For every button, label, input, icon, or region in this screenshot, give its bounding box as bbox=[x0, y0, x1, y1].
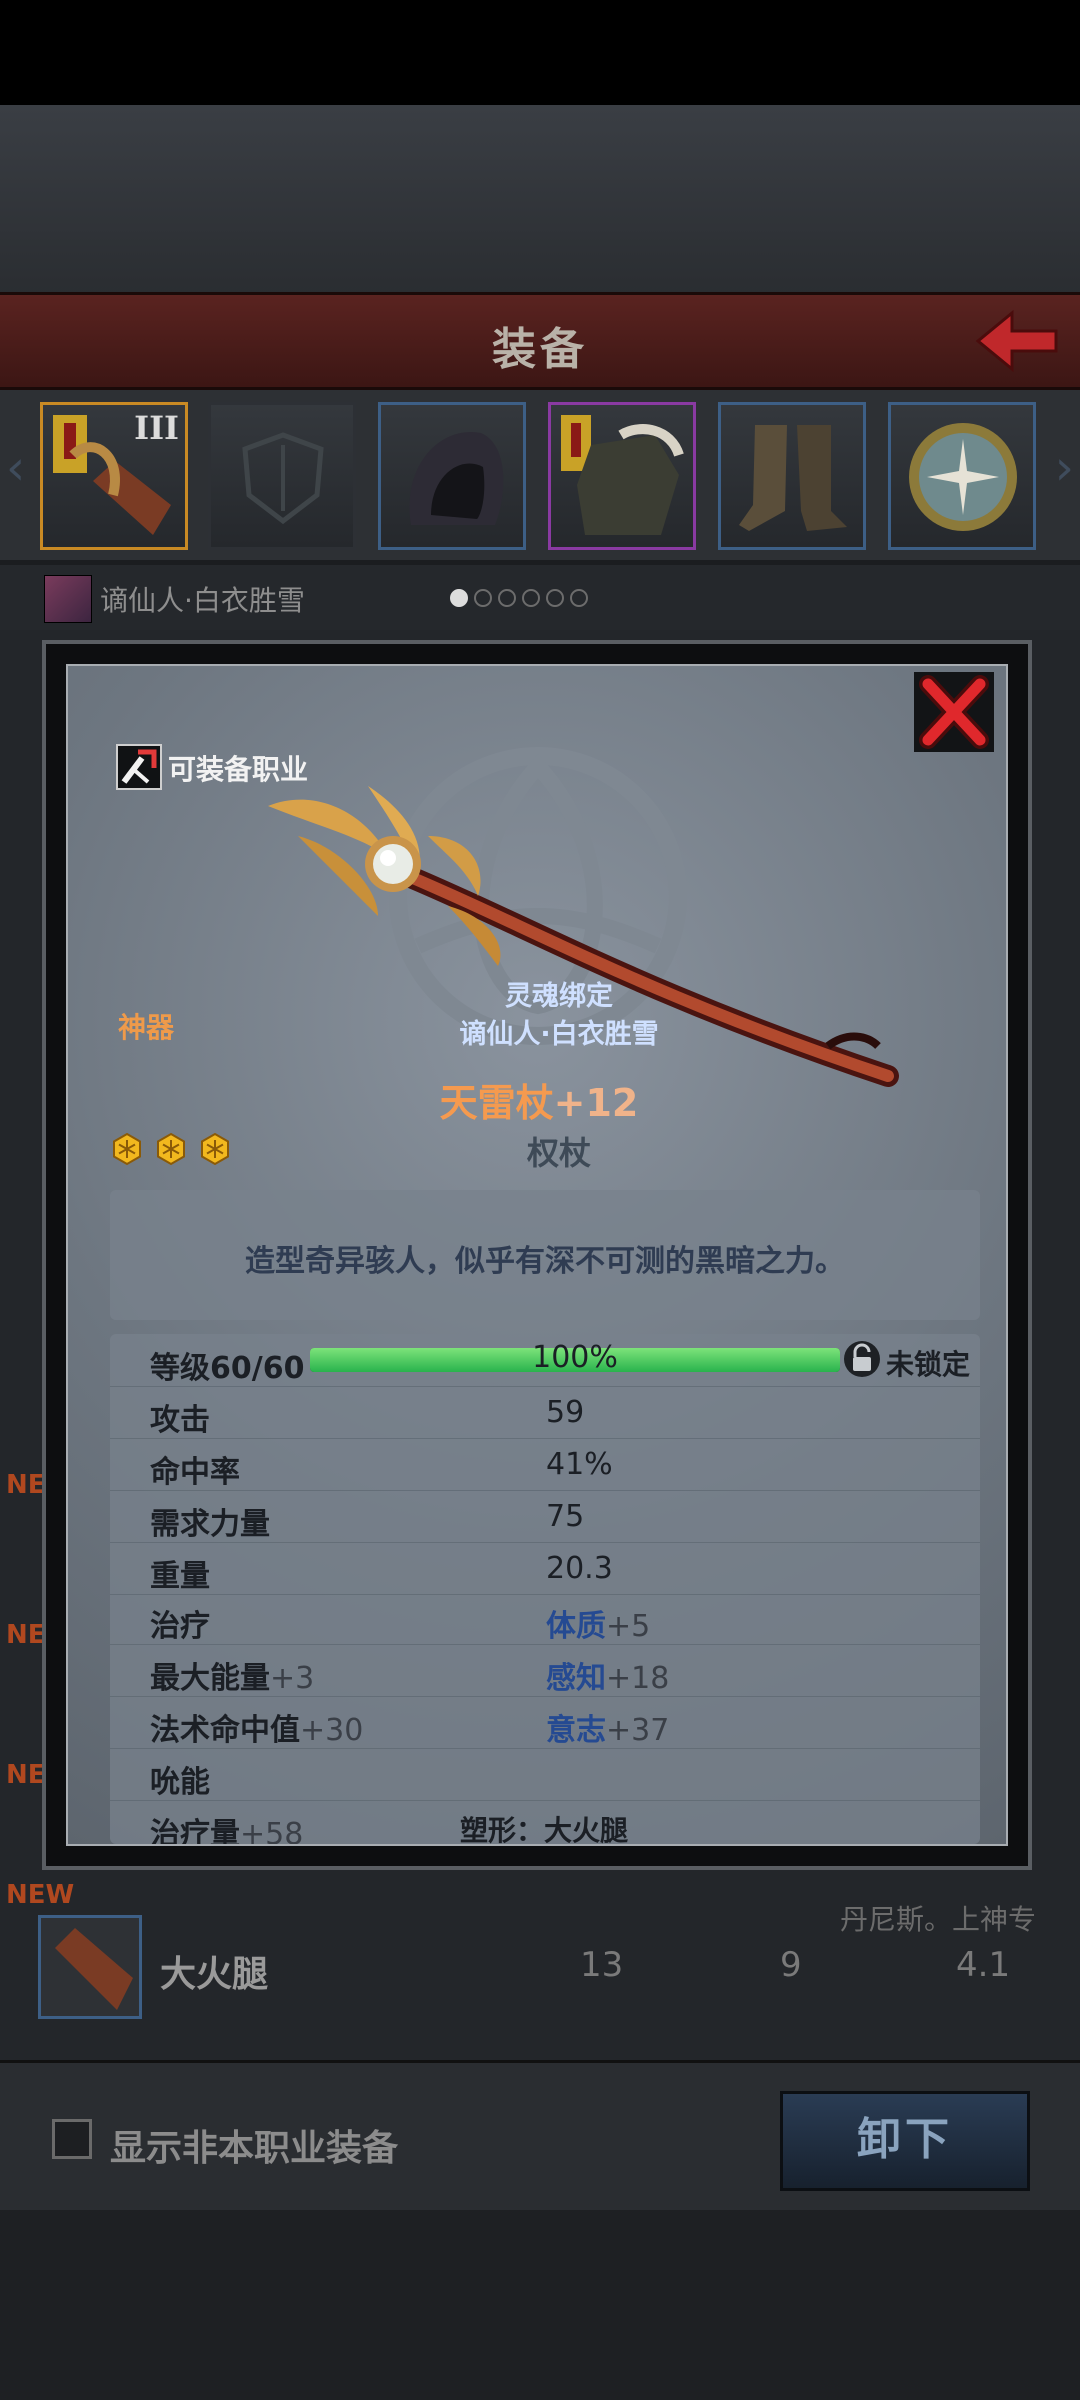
bonus-label: 法术命中值+30 bbox=[150, 1705, 363, 1749]
enhance-level: +12 bbox=[553, 1081, 639, 1125]
stat-row: 命中率 41% bbox=[110, 1438, 980, 1491]
item-type: 权杖 bbox=[526, 1134, 591, 1172]
status-bar-area bbox=[0, 0, 1080, 105]
bonus-row: 治疗量+58 塑形：大火腿 bbox=[110, 1800, 980, 1844]
bonus-label: 治疗 bbox=[150, 1609, 210, 1644]
stat-value: 41% bbox=[546, 1447, 613, 1482]
item-description: 造型奇异骇人，似乎有深不可测的黑暗之力。 bbox=[245, 1244, 845, 1279]
unequip-button[interactable]: 卸下 bbox=[780, 2091, 1030, 2191]
item-owner: 丹尼斯。上神专 bbox=[840, 1903, 1037, 1936]
equipment-header: 装备 bbox=[0, 292, 1080, 390]
bonus-amount: +30 bbox=[300, 1713, 364, 1748]
bonus-stat-name: 治疗量 bbox=[150, 1817, 240, 1844]
slots-left-arrow-icon[interactable]: ‹ bbox=[6, 440, 25, 496]
page-dot[interactable] bbox=[498, 589, 516, 607]
shield-icon bbox=[242, 432, 324, 525]
boots-slot[interactable] bbox=[718, 402, 866, 550]
ham-icon bbox=[38, 1915, 142, 2019]
soulbound-label: 灵魂绑定 bbox=[505, 981, 613, 1012]
bonus-label: 治疗量+58 bbox=[150, 1809, 303, 1844]
armor-icon bbox=[561, 415, 684, 535]
stat-row: 攻击 59 bbox=[110, 1386, 980, 1439]
show-non-class-checkbox[interactable] bbox=[52, 2119, 92, 2159]
bonus-amount: +5 bbox=[606, 1609, 651, 1644]
skill-label: 吮能 bbox=[150, 1765, 210, 1800]
lock-status: 未锁定 bbox=[886, 1348, 971, 1381]
page-title: 装备 bbox=[492, 324, 588, 375]
stat-label: 命中率 bbox=[150, 1455, 240, 1490]
bonus-stat-name: 感知 bbox=[546, 1661, 606, 1696]
armor-slot[interactable] bbox=[548, 402, 696, 550]
character-row: 谪仙人·白衣胜雪 bbox=[0, 565, 1080, 631]
stat-label: 攻击 bbox=[150, 1403, 210, 1438]
stat-label: 重量 bbox=[150, 1559, 210, 1594]
bonus-value: 感知+18 bbox=[546, 1653, 669, 1697]
helmet-slot[interactable] bbox=[378, 402, 526, 550]
bonus-amount: +37 bbox=[606, 1713, 670, 1748]
item-title: 天雷杖+12 bbox=[68, 1072, 1010, 1127]
bonus-stat-name: 法术命中值 bbox=[150, 1713, 300, 1748]
stat-value: 59 bbox=[546, 1395, 585, 1430]
bonus-amount: +3 bbox=[270, 1661, 315, 1696]
shield-slot[interactable] bbox=[208, 402, 356, 550]
close-icon[interactable] bbox=[914, 672, 994, 752]
background-upper bbox=[0, 105, 1080, 295]
bonus-amount: +18 bbox=[606, 1661, 670, 1696]
page-dot[interactable] bbox=[570, 589, 588, 607]
bonus-row: 治疗 体质+5 bbox=[110, 1592, 980, 1645]
page-dot[interactable] bbox=[474, 589, 492, 607]
back-arrow-icon[interactable] bbox=[972, 305, 1062, 375]
bound-owner: 谪仙人·白衣胜雪 bbox=[459, 1019, 659, 1050]
item-stat: 13 bbox=[580, 1945, 624, 1985]
page-dot[interactable] bbox=[522, 589, 540, 607]
bonus-row: 法术命中值+30 意志+37 bbox=[110, 1696, 980, 1749]
bonus-stat-name: 体质 bbox=[546, 1609, 606, 1644]
weapon-slot[interactable]: III bbox=[40, 402, 188, 550]
modal-panel: 可装备职业 神器 灵魂绑定 谪仙人·白衣胜雪 天雷杖+12 权杖 造型奇异骇人，… bbox=[66, 664, 1008, 1846]
show-non-class-label: 显示非本职业装备 bbox=[110, 2128, 399, 2169]
class-icon bbox=[116, 744, 162, 790]
stat-label: 需求力量 bbox=[150, 1507, 270, 1542]
amulet-icon bbox=[909, 423, 1017, 531]
slots-right-arrow-icon[interactable]: › bbox=[1055, 440, 1074, 496]
level-row: 等级60/60 100% 未锁定 bbox=[110, 1334, 980, 1387]
list-item[interactable]: NEW 丹尼斯。上神专 大火腿 13 9 4.1 bbox=[0, 1880, 1080, 2030]
bonus-row: 最大能量+3 感知+18 bbox=[110, 1644, 980, 1697]
background-lower bbox=[0, 2210, 1080, 2400]
skill-row: 吮能 bbox=[110, 1748, 980, 1801]
hood-icon bbox=[409, 431, 504, 525]
character-name: 谪仙人·白衣胜雪 bbox=[100, 584, 305, 617]
bonus-stat-name: 意志 bbox=[546, 1713, 606, 1748]
page-dot[interactable] bbox=[546, 589, 564, 607]
transmog-label: 塑形：大火腿 bbox=[460, 1814, 629, 1844]
item-name: 天雷杖 bbox=[439, 1081, 554, 1125]
item-stat: 9 bbox=[780, 1945, 802, 1985]
stat-value: 75 bbox=[546, 1499, 585, 1534]
lock-icon[interactable] bbox=[843, 1340, 881, 1378]
level-percent: 100% bbox=[532, 1340, 618, 1375]
equipment-slots: III bbox=[0, 390, 1080, 560]
item-name: 大火腿 bbox=[160, 1954, 269, 1995]
bottom-bar: 显示非本职业装备 卸下 bbox=[0, 2060, 1080, 2213]
page-dot[interactable] bbox=[450, 589, 468, 607]
bonus-label: 最大能量+3 bbox=[150, 1653, 314, 1697]
item-detail-modal: 可装备职业 神器 灵魂绑定 谪仙人·白衣胜雪 天雷杖+12 权杖 造型奇异骇人，… bbox=[42, 640, 1032, 1870]
bonus-value: 体质+5 bbox=[546, 1601, 650, 1645]
stats-box: 等级60/60 100% 未锁定 攻击 59 命中率 41% 需求力量 75 重… bbox=[110, 1334, 980, 1844]
accessory-slot[interactable] bbox=[888, 402, 1036, 550]
stat-value: 20.3 bbox=[546, 1551, 613, 1586]
level-label: 等级60/60 bbox=[150, 1351, 305, 1386]
bonus-stat-name: 最大能量 bbox=[150, 1661, 270, 1696]
bonus-amount: +58 bbox=[240, 1817, 304, 1844]
stat-row: 需求力量 75 bbox=[110, 1490, 980, 1543]
new-badge: NEW bbox=[6, 1880, 75, 1910]
avatar bbox=[44, 575, 92, 623]
item-stat: 4.1 bbox=[956, 1945, 1011, 1985]
page-dots bbox=[450, 589, 594, 611]
bonus-value: 意志+37 bbox=[546, 1705, 669, 1749]
tier-badge: III bbox=[134, 409, 179, 447]
boots-icon bbox=[739, 425, 847, 531]
description-box: 造型奇异骇人，似乎有深不可测的黑暗之力。 bbox=[110, 1190, 980, 1320]
stat-row: 重量 20.3 bbox=[110, 1542, 980, 1595]
